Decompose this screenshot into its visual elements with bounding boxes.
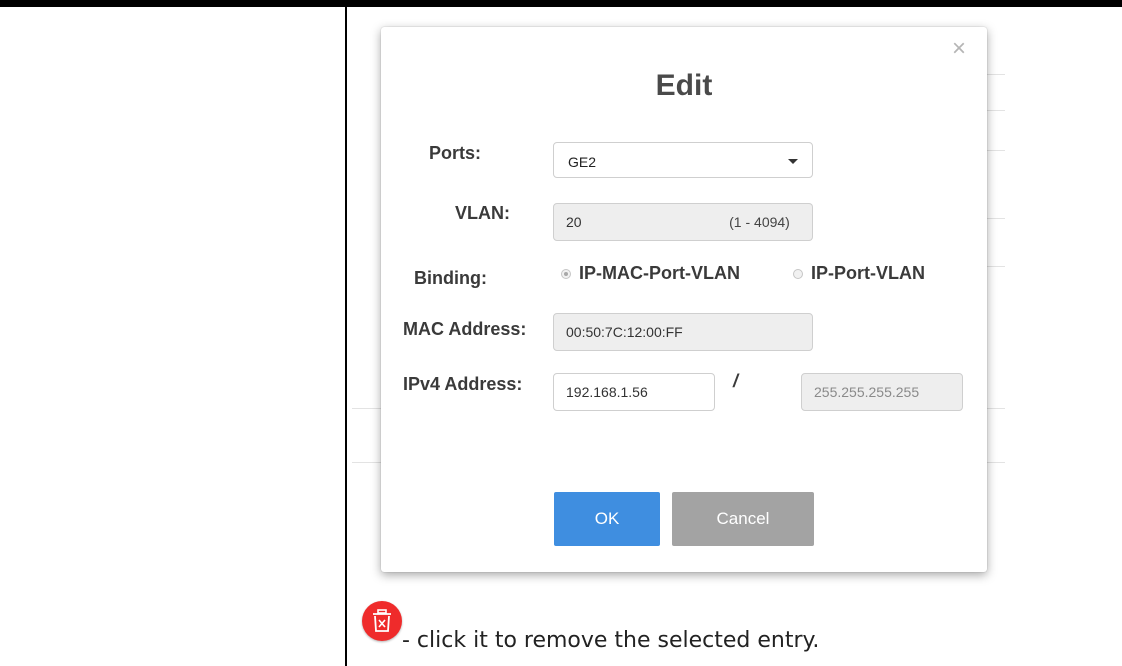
subnet-separator: / [733,371,739,391]
ipv4-address-field[interactable]: 192.168.1.56 [553,373,715,411]
ports-label: Ports: [429,143,482,163]
cancel-button[interactable]: Cancel [672,492,814,546]
caption-text: - click it to remove the selected entry. [402,628,820,653]
binding-option-ip-port-vlan[interactable]: IP-Port-VLAN [793,263,925,284]
dialog-title: Edit [655,69,713,102]
table-column-divider [345,7,347,666]
binding-option-label: IP-MAC-Port-VLAN [579,263,740,283]
chevron-down-icon [788,159,798,164]
background-table-row-line [352,408,382,409]
background-table-row-line [352,462,382,463]
ports-select[interactable]: GE2 [553,142,813,178]
vlan-field[interactable]: 20 [553,203,708,241]
ok-button[interactable]: OK [554,492,660,546]
trash-icon[interactable] [362,601,402,641]
ports-select-value: GE2 [568,154,597,170]
close-icon[interactable]: × [949,37,969,61]
edit-dialog: × Edit Ports: GE2 VLAN: 20 (1 - 4094) Bi… [381,27,987,572]
binding-label: Binding: [414,268,487,288]
radio-button[interactable] [793,268,803,279]
trash-glyph [373,609,391,632]
top-border [0,0,1122,7]
mac-address-field[interactable]: 00:50:7C:12:00:FF [553,313,813,351]
ipv4-address-label: IPv4 Address: [403,374,523,394]
vlan-label: VLAN: [455,203,510,223]
binding-option-label: IP-Port-VLAN [811,263,925,283]
binding-option-ip-mac-port-vlan[interactable]: IP-MAC-Port-VLAN [561,263,740,284]
radio-button-selected[interactable] [561,268,571,279]
mac-address-label: MAC Address: [403,319,527,339]
vlan-range-addon: (1 - 4094) [707,203,813,241]
subnet-mask-field[interactable]: 255.255.255.255 [801,373,963,411]
